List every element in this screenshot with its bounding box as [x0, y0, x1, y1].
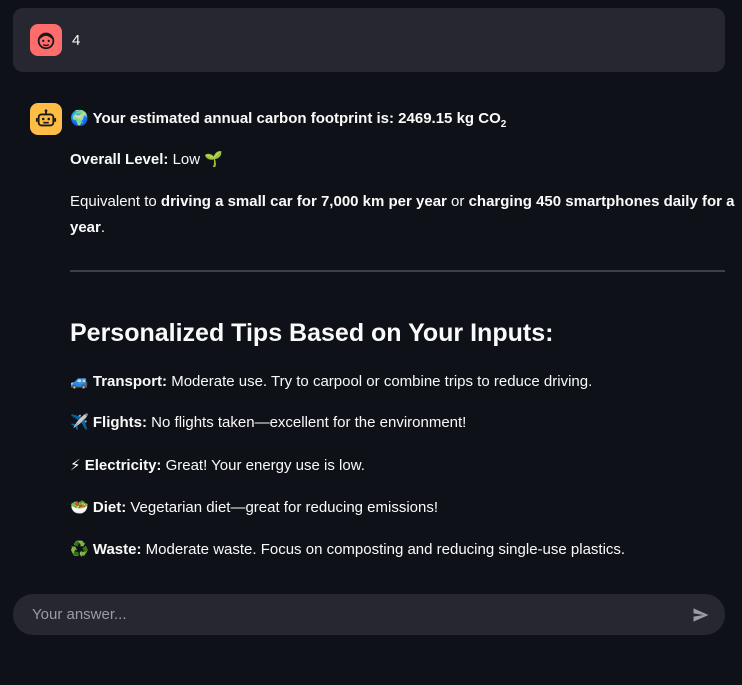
equivalent-line-2: year. — [70, 215, 105, 241]
footprint-subscript: 2 — [500, 119, 507, 130]
divider — [70, 270, 725, 272]
lightning-icon: ⚡ — [70, 456, 81, 474]
tip-text: No flights taken—excellent for the envir… — [147, 414, 467, 431]
tip-diet: 🥗 Diet: Vegetarian diet—great for reduci… — [70, 494, 438, 521]
equivalent-suffix: . — [100, 219, 106, 236]
car-icon: 🚙 — [70, 372, 89, 390]
footprint-line: 🌍 Your estimated annual carbon footprint… — [70, 105, 506, 138]
equivalent-line-1: Equivalent to driving a small car for 7,… — [70, 189, 735, 215]
tip-label: Waste: — [92, 541, 142, 558]
tip-electricity: ⚡ Electricity: Great! Your energy use is… — [70, 452, 365, 479]
equivalent-middle: or — [446, 193, 469, 210]
tip-label: Electricity: — [84, 457, 162, 474]
seedling-icon: 🌱 — [204, 150, 223, 168]
user-message: 4 — [13, 8, 725, 72]
send-icon — [693, 607, 709, 622]
tip-waste: ♻️ Waste: Moderate waste. Focus on compo… — [70, 536, 625, 563]
equivalent-part2-line2: year — [70, 219, 101, 236]
equivalent-part1: driving a small car for 7,000 km per yea… — [160, 193, 447, 210]
tip-label: Flights: — [92, 414, 148, 431]
tip-flights: ✈️ Flights: No flights taken—excellent f… — [70, 409, 466, 436]
chat-input-bar — [13, 594, 725, 635]
tip-label: Diet: — [92, 499, 127, 516]
recycle-icon: ♻️ — [70, 540, 89, 558]
robot-icon — [35, 109, 57, 127]
globe-icon: 🌍 — [70, 109, 89, 127]
tips-heading: Personalized Tips Based on Your Inputs: — [70, 319, 554, 347]
salad-icon: 🥗 — [70, 498, 89, 516]
overall-level-label: Overall Level: — [70, 151, 169, 168]
airplane-icon: ✈️ — [70, 413, 89, 431]
tip-text: Great! Your energy use is low. — [161, 457, 365, 474]
equivalent-prefix: Equivalent to — [70, 193, 161, 210]
tip-text: Vegetarian diet—great for reducing emiss… — [126, 499, 439, 516]
tip-label: Transport: — [92, 373, 168, 390]
tip-text: Moderate waste. Focus on composting and … — [141, 541, 626, 558]
overall-level-line: Overall Level: Low 🌱 — [70, 146, 223, 173]
user-face-icon — [37, 32, 55, 50]
tip-transport: 🚙 Transport: Moderate use. Try to carpoo… — [70, 368, 592, 395]
user-message-text: 4 — [72, 31, 81, 49]
footprint-text: Your estimated annual carbon footprint i… — [92, 110, 501, 127]
send-button[interactable] — [689, 603, 713, 627]
tip-text: Moderate use. Try to carpool or combine … — [167, 373, 593, 390]
assistant-avatar — [30, 103, 62, 135]
user-avatar — [30, 24, 62, 56]
equivalent-part2-line1: charging 450 smartphones daily for a — [468, 193, 735, 210]
overall-level-value: Low — [172, 151, 201, 168]
chat-input[interactable] — [30, 605, 689, 624]
